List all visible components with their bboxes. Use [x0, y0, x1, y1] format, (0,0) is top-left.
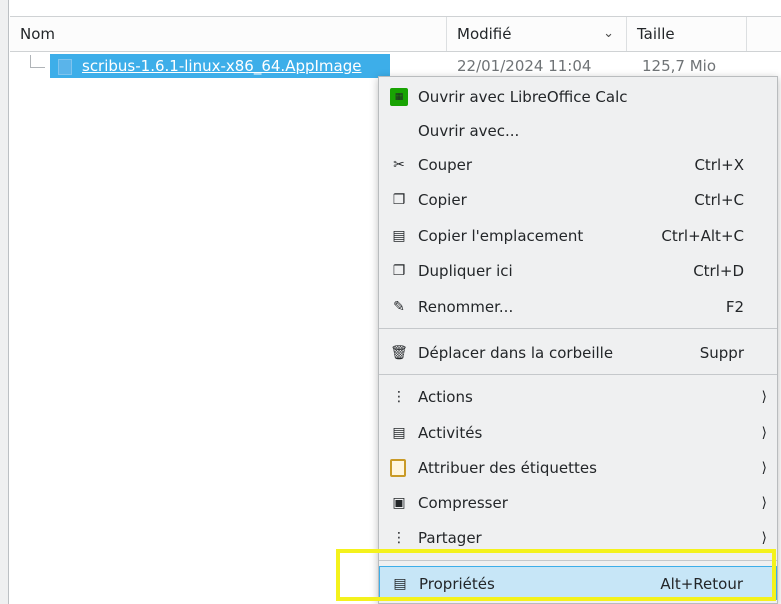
menu-item-label: Actions [418, 388, 473, 406]
chevron-right-icon: ⟩ [761, 425, 767, 441]
chevron-right-icon: ⟩ [761, 460, 767, 476]
menu-item-open-with[interactable]: Ouvrir avec... [379, 114, 777, 148]
more-vertical-icon: ⋮ [392, 389, 406, 405]
trash-icon: 🗑 [390, 345, 408, 361]
menu-item-label: Déplacer dans la corbeille [418, 344, 614, 362]
file-modified-date: 22/01/2024 11:04 [457, 57, 592, 75]
menu-item-label: Copier l'emplacement [418, 227, 584, 245]
menu-item-properties[interactable]: ▤ Propriétés Alt+Retour [379, 566, 777, 600]
menu-item-assign-tags[interactable]: Attribuer des étiquettes ⟩ [379, 451, 777, 485]
menu-item-label: Propriétés [419, 575, 495, 593]
file-size: 125,7 Mio [642, 57, 716, 75]
menu-item-label: Copier [418, 191, 467, 209]
menu-item-actions[interactable]: ⋮ Actions ⟩ [379, 380, 777, 414]
copy-path-icon: ▤ [392, 228, 406, 244]
menu-item-label: Dupliquer ici [418, 262, 513, 280]
menu-item-label: Partager [418, 529, 482, 547]
libreoffice-calc-icon: ▦ [390, 88, 408, 106]
menu-item-label: Attribuer des étiquettes [418, 459, 597, 477]
scissors-icon: ✂ [393, 157, 405, 173]
chevron-right-icon: ⟩ [761, 389, 767, 405]
menu-item-shortcut: Ctrl+X [694, 156, 744, 174]
file-name[interactable]: scribus-1.6.1-linux-x86_64.AppImage [82, 54, 361, 78]
menu-item-duplicate[interactable]: ❐ Dupliquer ici Ctrl+D [379, 254, 777, 288]
context-menu: ▦ Ouvrir avec LibreOffice Calc Ouvrir av… [378, 76, 778, 604]
menu-item-label: Compresser [418, 494, 508, 512]
menu-separator [379, 374, 777, 375]
menu-item-rename[interactable]: ✎ Renommer... F2 [379, 290, 777, 324]
column-header: Nom Modifié ⌄ Taille [10, 16, 781, 52]
column-modified-label: Modifié [457, 25, 512, 43]
menu-item-copy-location[interactable]: ▤ Copier l'emplacement Ctrl+Alt+C [379, 219, 777, 253]
menu-item-open-with-calc[interactable]: ▦ Ouvrir avec LibreOffice Calc [379, 80, 777, 114]
menu-item-shortcut: Suppr [699, 344, 744, 362]
column-modified-header[interactable]: Modifié ⌄ [447, 17, 627, 51]
archive-icon: ▣ [392, 495, 406, 511]
menu-item-label: Activités [418, 424, 483, 442]
pencil-icon: ✎ [393, 299, 405, 315]
menu-separator [379, 328, 777, 329]
duplicate-icon: ❐ [392, 263, 406, 279]
menu-item-cut[interactable]: ✂ Couper Ctrl+X [379, 148, 777, 182]
menu-item-label: Ouvrir avec LibreOffice Calc [418, 88, 628, 106]
tree-branch-line [30, 55, 45, 68]
menu-item-label: Ouvrir avec... [418, 122, 520, 140]
activities-icon: ▤ [392, 425, 406, 441]
menu-item-activities[interactable]: ▤ Activités ⟩ [379, 416, 777, 450]
menu-item-share[interactable]: ⋮ Partager ⟩ [379, 521, 777, 555]
chevron-right-icon: ⟩ [761, 530, 767, 546]
copy-icon: ❐ [392, 192, 406, 208]
properties-icon: ▤ [393, 576, 407, 592]
chevron-right-icon: ⟩ [761, 495, 767, 511]
menu-item-label: Renommer... [418, 298, 514, 316]
appimage-file-icon [58, 59, 72, 75]
column-name-header[interactable]: Nom [10, 17, 447, 51]
menu-separator [379, 560, 777, 561]
menu-item-shortcut: F2 [725, 298, 744, 316]
column-size-header[interactable]: Taille [627, 17, 747, 51]
share-icon: ⋮ [392, 530, 406, 546]
menu-item-shortcut: Alt+Retour [660, 575, 743, 593]
menu-item-compress[interactable]: ▣ Compresser ⟩ [379, 486, 777, 520]
menu-item-move-to-trash[interactable]: 🗑 Déplacer dans la corbeille Suppr [379, 336, 777, 370]
menu-item-shortcut: Ctrl+C [694, 191, 744, 209]
tag-icon [390, 459, 406, 477]
chevron-down-icon: ⌄ [603, 26, 614, 41]
menu-item-shortcut: Ctrl+Alt+C [661, 227, 744, 245]
menu-item-label: Couper [418, 156, 473, 174]
left-panel-edge [0, 0, 8, 604]
menu-item-shortcut: Ctrl+D [693, 262, 744, 280]
menu-item-copy[interactable]: ❐ Copier Ctrl+C [379, 183, 777, 217]
